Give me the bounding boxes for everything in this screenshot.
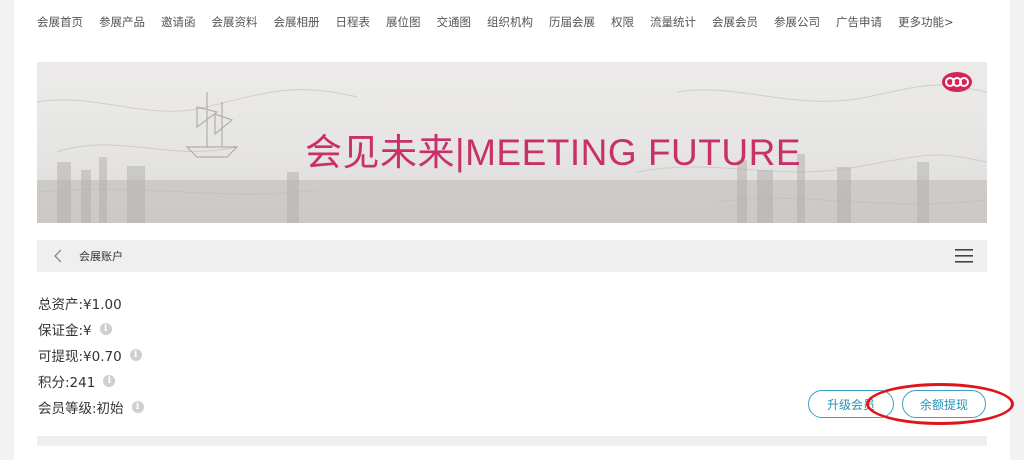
nav-item-permissions[interactable]: 权限 bbox=[611, 14, 634, 30]
hamburger-menu-icon[interactable] bbox=[955, 249, 973, 263]
chevron-left-icon[interactable] bbox=[43, 240, 73, 272]
member-level: 会员等级:初始 bbox=[38, 401, 124, 417]
nav-item-traffic-stats[interactable]: 流量统计 bbox=[650, 14, 696, 30]
info-icon[interactable]: i bbox=[99, 323, 112, 335]
banner: 会见未来|MEETING FUTURE bbox=[37, 62, 987, 223]
nav-item-more[interactable]: 更多功能> bbox=[898, 14, 954, 30]
nav-item-materials[interactable]: 会展资料 bbox=[212, 14, 258, 30]
deposit-row: 保证金:¥ i bbox=[38, 316, 144, 342]
nav-item-booth-map[interactable]: 展位图 bbox=[386, 14, 421, 30]
account-info: 总资产:¥1.00 保证金:¥ i 可提现:¥0.70 i 积分:241 i 会… bbox=[38, 290, 144, 420]
breadcrumb: 会展账户 bbox=[37, 240, 987, 272]
points-row: 积分:241 i bbox=[38, 368, 144, 394]
nav-item-home[interactable]: 会展首页 bbox=[37, 14, 83, 30]
deposit: 保证金:¥ bbox=[38, 323, 92, 339]
nav-item-traffic-map[interactable]: 交通图 bbox=[437, 14, 472, 30]
total-assets-row: 总资产:¥1.00 bbox=[38, 290, 144, 316]
upgrade-member-button[interactable]: 升级会员 bbox=[808, 390, 894, 418]
nav-item-members[interactable]: 会展会员 bbox=[712, 14, 758, 30]
page-title: 会展账户 bbox=[79, 250, 123, 263]
nav-item-album[interactable]: 会展相册 bbox=[274, 14, 320, 30]
withdrawable-row: 可提现:¥0.70 i bbox=[38, 342, 144, 368]
nav-item-schedule[interactable]: 日程表 bbox=[336, 14, 371, 30]
member-level-row: 会员等级:初始 i bbox=[38, 394, 144, 420]
nav-item-past-events[interactable]: 历届会展 bbox=[549, 14, 595, 30]
points: 积分:241 bbox=[38, 375, 96, 391]
section-divider bbox=[37, 436, 987, 446]
withdrawable: 可提现:¥0.70 bbox=[38, 349, 122, 365]
nav-item-exhibitors[interactable]: 参展公司 bbox=[774, 14, 820, 30]
nav-item-organization[interactable]: 组织机构 bbox=[487, 14, 533, 30]
banner-title: 会见未来|MEETING FUTURE bbox=[305, 132, 801, 173]
top-nav: 会展首页 参展产品 邀请函 会展资料 会展相册 日程表 展位图 交通图 组织机构… bbox=[37, 13, 970, 31]
info-icon[interactable]: i bbox=[129, 349, 142, 361]
nav-item-invitation[interactable]: 邀请函 bbox=[161, 14, 196, 30]
total-assets: 总资产:¥1.00 bbox=[38, 297, 122, 313]
brand-logo-icon bbox=[942, 72, 972, 92]
page: 会展首页 参展产品 邀请函 会展资料 会展相册 日程表 展位图 交通图 组织机构… bbox=[14, 0, 1014, 460]
info-icon[interactable]: i bbox=[103, 375, 116, 387]
nav-item-products[interactable]: 参展产品 bbox=[99, 14, 145, 30]
withdraw-balance-button[interactable]: 余额提现 bbox=[902, 390, 986, 418]
info-icon[interactable]: i bbox=[131, 401, 144, 413]
nav-item-ad-apply[interactable]: 广告申请 bbox=[836, 14, 882, 30]
